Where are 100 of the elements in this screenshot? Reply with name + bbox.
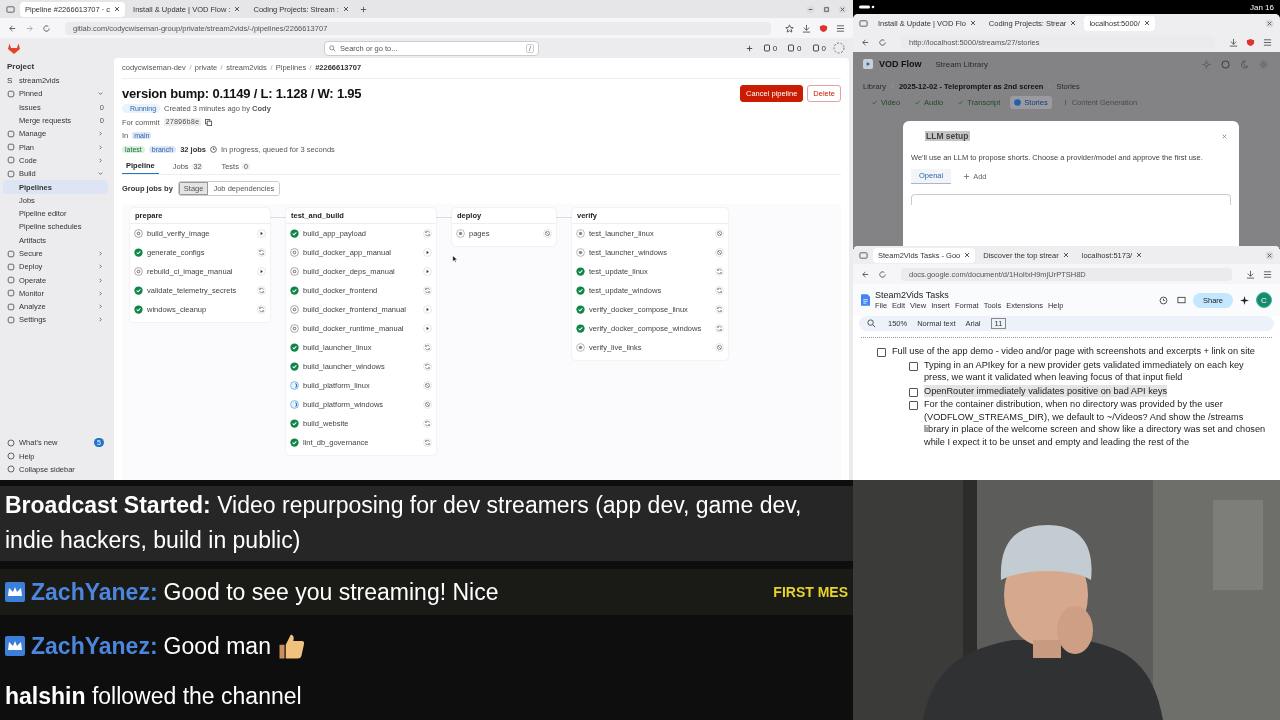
sidebar-heading: Project — [6, 61, 36, 73]
counter-button[interactable]: 0 — [762, 43, 778, 53]
close-icon[interactable] — [1143, 20, 1150, 26]
reload-icon[interactable] — [878, 37, 887, 47]
download-icon[interactable] — [1229, 37, 1238, 47]
moon-icon[interactable] — [1240, 59, 1249, 69]
document-icon — [811, 44, 820, 52]
checklist-text: OpenRouter immediately validates positive on bad API keys — [924, 384, 1168, 398]
history-icon[interactable] — [1159, 295, 1168, 305]
fox-logo-icon[interactable] — [8, 42, 20, 54]
checkbox[interactable] — [909, 401, 918, 411]
retry-icon[interactable] — [257, 305, 266, 314]
checkbox[interactable] — [909, 387, 918, 397]
checklist-text: Full use of the app demo - video and/or page with screenshots and excerpts + link on site — [892, 345, 1255, 358]
play-icon[interactable] — [423, 324, 432, 333]
retry-icon[interactable] — [423, 343, 432, 352]
menu-icon[interactable] — [836, 23, 845, 33]
search-icon[interactable] — [867, 319, 876, 328]
breadcrumb-separator — [269, 64, 273, 71]
activities-icon[interactable] — [859, 5, 875, 9]
tab-list-icon[interactable] — [6, 4, 15, 14]
play-icon[interactable] — [257, 229, 266, 238]
cancel-icon[interactable] — [715, 229, 724, 238]
close-icon[interactable] — [1062, 252, 1069, 258]
nav-link[interactable]: Stream Library — [935, 59, 988, 69]
checkbox[interactable] — [877, 348, 886, 357]
forward-icon[interactable] — [25, 23, 34, 33]
close-icon[interactable] — [964, 252, 971, 258]
maximize-icon[interactable] — [822, 4, 831, 14]
menu-icon[interactable] — [1263, 269, 1272, 279]
back-icon[interactable] — [861, 37, 870, 47]
close-icon[interactable] — [1136, 252, 1143, 258]
checkbox[interactable] — [909, 361, 918, 371]
retry-icon[interactable] — [715, 286, 724, 295]
close-icon[interactable] — [342, 6, 349, 12]
retry-icon[interactable] — [423, 419, 432, 428]
breadcrumb-separator — [188, 64, 192, 71]
menu-icon[interactable] — [1263, 37, 1272, 47]
minimize-icon[interactable] — [806, 4, 815, 14]
retry-icon[interactable] — [423, 229, 432, 238]
tab-list-icon[interactable] — [859, 18, 868, 28]
download-icon[interactable] — [1246, 269, 1255, 279]
retry-icon[interactable] — [715, 305, 724, 314]
play-icon[interactable] — [423, 267, 432, 276]
circle-icon — [7, 438, 15, 447]
app-name[interactable]: VOD Flow — [879, 59, 922, 69]
star-icon[interactable] — [785, 23, 794, 33]
circle-icon — [7, 452, 15, 461]
close-icon[interactable] — [1070, 20, 1077, 26]
close-icon[interactable] — [969, 20, 976, 26]
plus-icon[interactable] — [358, 4, 368, 14]
reload-icon[interactable] — [878, 269, 887, 279]
clock-text[interactable]: Jan 16 — [1249, 2, 1274, 12]
retry-icon[interactable] — [257, 286, 266, 295]
close-icon[interactable] — [838, 4, 847, 14]
broadcast-message: Broadcast Started: Video repurposing for dev streamers (app dev, game dev, indie hackers, build in public) — [5, 491, 803, 555]
avatar[interactable]: C — [1256, 292, 1272, 308]
shield-icon[interactable] — [1246, 37, 1255, 47]
avatar-icon[interactable] — [833, 42, 845, 54]
section-icon — [7, 89, 15, 98]
tab-list-icon[interactable] — [859, 250, 868, 260]
retry-icon[interactable] — [423, 362, 432, 371]
sparkle-icon[interactable] — [1240, 295, 1249, 305]
cancel-icon[interactable] — [423, 381, 432, 390]
play-icon[interactable] — [423, 248, 432, 257]
play-icon[interactable] — [257, 267, 266, 276]
document-title[interactable]: Steam2Vids Tasks — [875, 290, 1064, 300]
checklist-text: For the container distribution, when no directory was provided by the user (VODFLOW_STREAMS_DIR), we default to ~/Videos? And show the /streams library in place of the welcome screen and show like a directory was set and chosen while I expect it to be unset and empty and leading the rest of the — [924, 398, 1266, 449]
back-icon[interactable] — [8, 23, 17, 33]
clock-icon — [210, 145, 217, 153]
close-icon[interactable] — [114, 6, 121, 12]
counter-button[interactable]: 0 — [811, 43, 826, 53]
retry-icon[interactable] — [423, 438, 432, 447]
download-icon[interactable] — [802, 23, 811, 33]
retry-icon[interactable] — [715, 267, 724, 276]
close-icon[interactable] — [234, 6, 241, 12]
cancel-icon[interactable] — [543, 229, 552, 238]
plus-icon[interactable] — [744, 43, 754, 53]
plus-icon — [963, 173, 971, 180]
reload-icon[interactable] — [42, 23, 51, 33]
close-icon[interactable] — [1265, 18, 1274, 28]
copy-icon[interactable] — [205, 118, 213, 126]
play-icon[interactable] — [423, 305, 432, 314]
counter-button[interactable]: 0 — [787, 43, 802, 53]
play-logo-icon — [863, 59, 873, 69]
document-icon[interactable] — [861, 294, 870, 306]
pipeline-title: version bump: 0.1149 / L: 1.128 / W: 1.95 — [122, 86, 362, 101]
follow-event: halshin followed the channel — [5, 683, 302, 710]
shield-icon[interactable] — [819, 23, 828, 33]
cancel-icon[interactable] — [715, 343, 724, 352]
back-icon[interactable] — [861, 269, 870, 279]
input-field[interactable] — [911, 194, 1231, 205]
close-icon[interactable] — [1265, 250, 1274, 260]
cancel-icon[interactable] — [423, 400, 432, 409]
cancel-icon[interactable] — [715, 248, 724, 257]
comment-icon[interactable] — [1177, 295, 1186, 305]
retry-icon[interactable] — [423, 286, 432, 295]
document-icon — [762, 44, 771, 52]
retry-icon[interactable] — [715, 324, 724, 333]
retry-icon[interactable] — [257, 248, 266, 257]
